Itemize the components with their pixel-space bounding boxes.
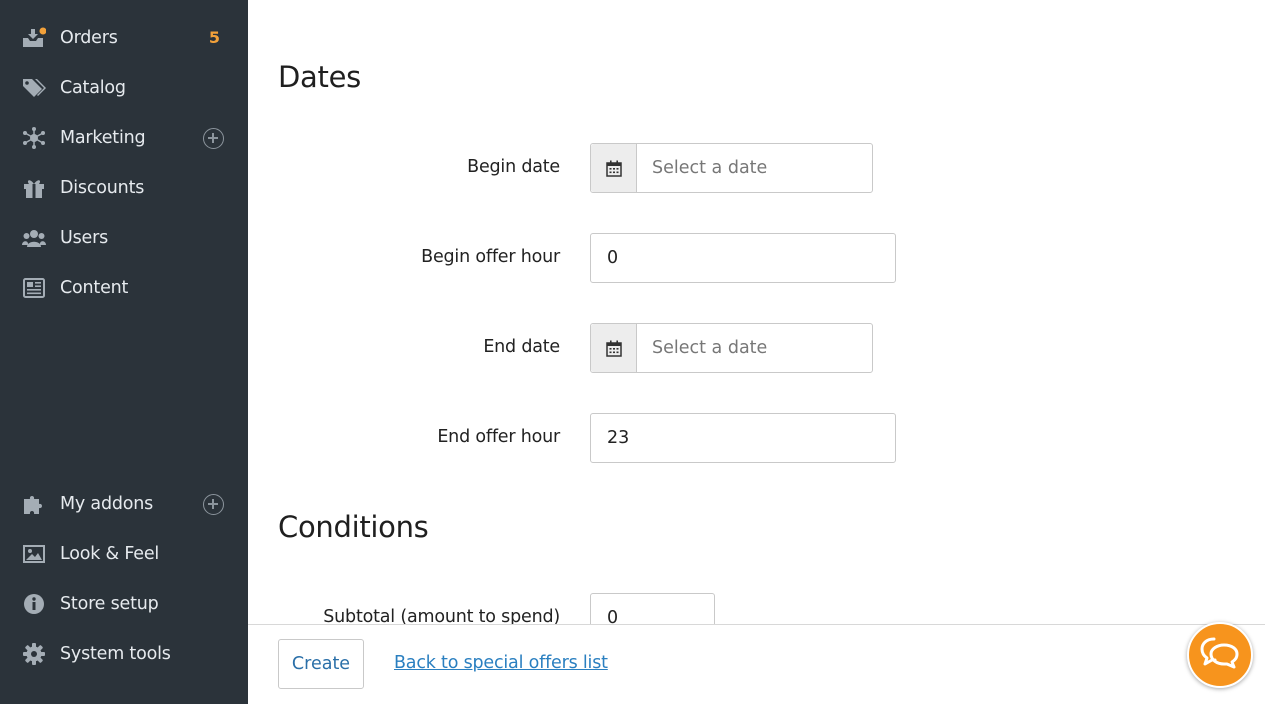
sidebar-item-content[interactable]: Content [0, 263, 248, 313]
orders-count-badge: 5 [208, 28, 220, 47]
my-addons-expand-icon[interactable] [203, 494, 224, 515]
image-icon [22, 543, 46, 565]
sidebar-item-orders[interactable]: Orders 5 [0, 13, 248, 63]
marketing-icon [22, 127, 46, 149]
conditions-section-title: Conditions [278, 510, 429, 544]
sidebar: Orders 5 Catalog Marketing Discounts Use… [0, 0, 248, 704]
begin-date-input[interactable] [637, 144, 872, 192]
subtotal-input[interactable] [590, 593, 715, 624]
sidebar-item-label: Discounts [60, 178, 145, 198]
puzzle-icon [22, 493, 46, 515]
sidebar-item-discounts[interactable]: Discounts [0, 163, 248, 213]
end-offer-hour-input[interactable] [590, 413, 896, 463]
sidebar-item-marketing[interactable]: Marketing [0, 113, 248, 163]
calendar-icon[interactable] [591, 324, 637, 372]
sidebar-item-catalog[interactable]: Catalog [0, 63, 248, 113]
begin-offer-hour-label: Begin offer hour [421, 247, 560, 267]
orders-icon [22, 27, 46, 49]
chat-bubbles-icon [1200, 636, 1240, 674]
sidebar-item-users[interactable]: Users [0, 213, 248, 263]
sidebar-item-label: Look & Feel [60, 544, 160, 564]
sidebar-item-store-setup[interactable]: Store setup [0, 579, 248, 629]
begin-date-picker [590, 143, 873, 193]
sidebar-item-label: Marketing [60, 128, 146, 148]
info-icon [22, 593, 46, 615]
calendar-icon[interactable] [591, 144, 637, 192]
form-action-bar: Create Back to special offers list [248, 624, 1265, 704]
gear-icon [22, 643, 46, 665]
dates-section-title: Dates [278, 60, 361, 94]
sidebar-item-label: Content [60, 278, 129, 298]
users-icon [22, 227, 46, 249]
end-offer-hour-label: End offer hour [437, 427, 560, 447]
sidebar-item-look-and-feel[interactable]: Look & Feel [0, 529, 248, 579]
sidebar-item-label: Catalog [60, 78, 126, 98]
chat-support-button[interactable] [1187, 622, 1253, 688]
sidebar-item-label: System tools [60, 644, 171, 664]
end-date-label: End date [483, 337, 560, 357]
tags-icon [22, 77, 46, 99]
end-date-input[interactable] [637, 324, 872, 372]
subtotal-label: Subtotal (amount to spend) [323, 607, 560, 624]
end-date-picker [590, 323, 873, 373]
sidebar-item-system-tools[interactable]: System tools [0, 629, 248, 679]
create-button[interactable]: Create [278, 639, 364, 689]
gift-icon [22, 177, 46, 199]
marketing-expand-icon[interactable] [203, 128, 224, 149]
sidebar-item-label: My addons [60, 494, 154, 514]
begin-offer-hour-input[interactable] [590, 233, 896, 283]
sidebar-item-label: Orders [60, 28, 118, 48]
sidebar-item-label: Users [60, 228, 109, 248]
newspaper-icon [22, 277, 46, 299]
main-content: Dates Begin date Begin offer hour End da… [248, 0, 1265, 624]
back-to-list-link[interactable]: Back to special offers list [394, 653, 608, 673]
begin-date-label: Begin date [467, 157, 560, 177]
sidebar-item-label: Store setup [60, 594, 159, 614]
sidebar-item-my-addons[interactable]: My addons [0, 479, 248, 529]
